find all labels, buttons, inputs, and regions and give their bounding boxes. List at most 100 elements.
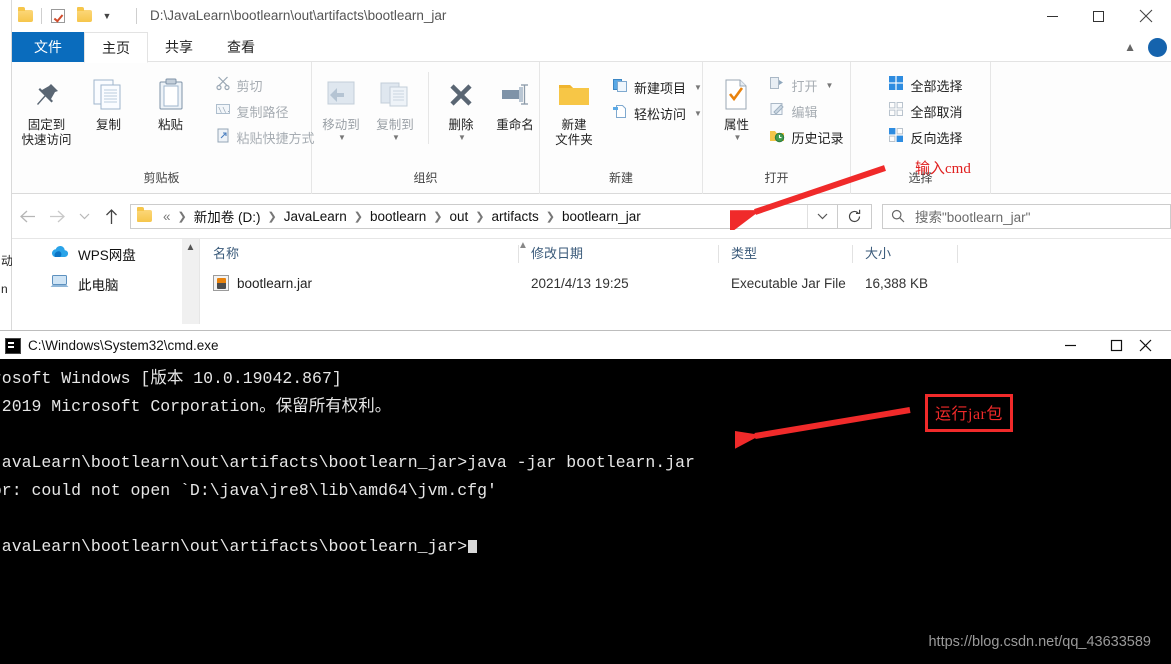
- copy-button[interactable]: 复制: [78, 70, 140, 133]
- nav-item-wps-cloud[interactable]: WPS网盘: [12, 239, 200, 269]
- file-modified-date: 2021/4/13 19:25: [531, 275, 629, 291]
- paste-button[interactable]: 粘贴: [140, 70, 202, 133]
- cmd-window-title: C:\Windows\System32\cmd.exe: [28, 338, 219, 353]
- properties-button[interactable]: 属性 ▼: [712, 70, 760, 142]
- chevron-down-icon[interactable]: ▼: [694, 83, 702, 92]
- copy-to-icon: [378, 72, 412, 118]
- copy-icon: [91, 72, 127, 118]
- column-header-type[interactable]: 类型: [718, 244, 852, 263]
- command-prompt-window: C:\Windows\System32\cmd.exe crosoft Wind…: [0, 330, 1171, 664]
- ribbon-group-new-title: 新建: [608, 171, 633, 185]
- cmd-minimize-button[interactable]: [1047, 331, 1093, 360]
- breadcrumb-item-2[interactable]: bootlearn: [370, 209, 426, 224]
- new-item-button[interactable]: 新建项目 ▼: [607, 74, 707, 100]
- copy-path-button[interactable]: \\.. 复制路径: [210, 98, 320, 124]
- breadcrumb-item-4[interactable]: artifacts: [491, 209, 538, 224]
- invert-selection-button[interactable]: 反向选择: [883, 124, 967, 150]
- chevron-down-icon[interactable]: ▼: [826, 81, 834, 90]
- cmd-window-controls: [1047, 331, 1171, 360]
- back-button[interactable]: [12, 194, 42, 238]
- chevron-down-icon[interactable]: ▼: [458, 133, 466, 142]
- chevron-down-icon[interactable]: ▼: [734, 133, 742, 142]
- file-list-header: 名称 修改日期 类型 大小 ▲: [200, 239, 1171, 268]
- new-item-icon: [612, 77, 628, 98]
- computer-icon: [50, 274, 69, 294]
- cut-button[interactable]: 剪切: [210, 72, 320, 98]
- chevron-down-icon[interactable]: ▼: [392, 133, 400, 142]
- history-icon: [769, 127, 785, 148]
- address-bar-row: « ❯ 新加卷 (D:) ❯ JavaLearn ❯ bootlearn ❯ o…: [12, 194, 1171, 238]
- breadcrumb-separator: ❯: [177, 210, 187, 223]
- maximize-button[interactable]: [1075, 0, 1121, 32]
- pin-to-quick-access-button[interactable]: 固定到 快速访问: [16, 70, 78, 148]
- address-history-dropdown[interactable]: [807, 204, 837, 228]
- explorer-window-controls: [1029, 0, 1171, 32]
- cmd-close-button[interactable]: [1139, 331, 1171, 360]
- ribbon-filler: [991, 62, 1171, 194]
- edit-label: 编辑: [791, 104, 818, 120]
- window-title-path: D:\JavaLearn\bootlearn\out\artifacts\boo…: [150, 8, 447, 23]
- address-bar[interactable]: « ❯ 新加卷 (D:) ❯ JavaLearn ❯ bootlearn ❯ o…: [130, 203, 838, 229]
- move-to-button[interactable]: 移动到 ▼: [314, 70, 368, 142]
- tab-file[interactable]: 文件: [12, 32, 84, 62]
- cmd-line-3: \JavaLearn\bootlearn\out\artifacts\bootl…: [0, 453, 695, 472]
- column-header-extra[interactable]: [957, 244, 1007, 263]
- breadcrumb-item-1[interactable]: JavaLearn: [284, 209, 347, 224]
- recent-locations-button[interactable]: [72, 194, 96, 238]
- explorer-content: WPS网盘 此电脑 ▲ 名称 修改日期 类型 大小 ▲ bootlearn.ja…: [12, 238, 1171, 324]
- sort-indicator-icon: ▲: [518, 240, 528, 251]
- breadcrumb-overflow[interactable]: «: [163, 209, 171, 224]
- breadcrumb-separator: ❯: [433, 210, 443, 223]
- open-icon: [769, 75, 785, 96]
- history-button[interactable]: 历史记录: [764, 124, 848, 150]
- background-window-edge: 动 n: [0, 0, 13, 330]
- easy-access-button[interactable]: 轻松访问 ▼: [607, 100, 707, 126]
- breadcrumb-item-5[interactable]: bootlearn_jar: [562, 209, 641, 224]
- collapse-ribbon-icon[interactable]: ▲: [1116, 40, 1144, 54]
- breadcrumb-item-0[interactable]: 新加卷 (D:): [194, 206, 261, 226]
- search-input[interactable]: 搜索"bootlearn_jar": [882, 203, 1171, 229]
- copy-path-label: 复制路径: [236, 104, 289, 120]
- minimize-button[interactable]: [1029, 0, 1075, 32]
- scroll-up-arrow[interactable]: ▲: [182, 239, 199, 256]
- tab-share[interactable]: 共享: [148, 32, 210, 62]
- paste-shortcut-button[interactable]: 粘贴快捷方式: [210, 124, 320, 150]
- column-header-name[interactable]: 名称: [200, 245, 518, 263]
- breadcrumb-separator: ❯: [545, 210, 555, 223]
- navigation-pane: WPS网盘 此电脑 ▲: [12, 239, 200, 324]
- up-button[interactable]: [96, 194, 126, 238]
- move-to-label: 移动到: [322, 118, 360, 132]
- breadcrumb-item-3[interactable]: out: [449, 209, 468, 224]
- edit-button[interactable]: 编辑: [764, 98, 848, 124]
- system-menu-folder-icon[interactable]: [12, 0, 38, 32]
- new-folder-icon[interactable]: [71, 0, 97, 32]
- new-folder-button[interactable]: 新建 文件夹: [545, 70, 603, 148]
- cmd-console-text: crosoft Windows [版本 10.0.19042.867] ) 20…: [0, 365, 695, 561]
- move-to-icon: [324, 72, 358, 118]
- table-row[interactable]: bootlearn.jar 2021/4/13 19:25 Executable…: [200, 268, 1171, 298]
- chevron-down-icon[interactable]: ▼: [338, 133, 346, 142]
- tab-view[interactable]: 查看: [210, 32, 272, 62]
- nav-item-this-pc[interactable]: 此电脑: [12, 269, 200, 299]
- tab-home[interactable]: 主页: [84, 32, 148, 63]
- nav-pane-scrollbar[interactable]: ▲: [182, 239, 199, 324]
- select-none-button[interactable]: 全部取消: [883, 98, 967, 124]
- select-all-button[interactable]: 全部选择: [883, 72, 967, 98]
- forward-button[interactable]: [42, 194, 72, 238]
- chevron-down-icon[interactable]: ▼: [97, 0, 117, 32]
- properties-label: 属性: [723, 118, 749, 132]
- ribbon-group-organize: 移动到 ▼ 复制到 ▼ 删除 ▼ 重命名 组织: [312, 62, 540, 194]
- open-button[interactable]: 打开 ▼: [764, 72, 848, 98]
- delete-button[interactable]: 删除 ▼: [435, 70, 487, 142]
- column-header-modified[interactable]: 修改日期: [518, 244, 718, 263]
- chevron-down-icon[interactable]: ▼: [694, 109, 702, 118]
- copy-to-button[interactable]: 复制到 ▼: [368, 70, 422, 142]
- ribbon: 固定到 快速访问 复制 粘贴 剪切 \\. 复制路径 粘贴快捷方式 剪贴板 移动…: [12, 62, 1171, 194]
- help-icon[interactable]: [1148, 37, 1167, 57]
- refresh-button[interactable]: [838, 203, 872, 229]
- column-header-size[interactable]: 大小: [852, 244, 957, 263]
- address-folder-icon: [131, 207, 157, 222]
- properties-check-icon[interactable]: [45, 0, 71, 32]
- cmd-maximize-button[interactable]: [1093, 331, 1139, 360]
- close-button[interactable]: [1121, 0, 1171, 32]
